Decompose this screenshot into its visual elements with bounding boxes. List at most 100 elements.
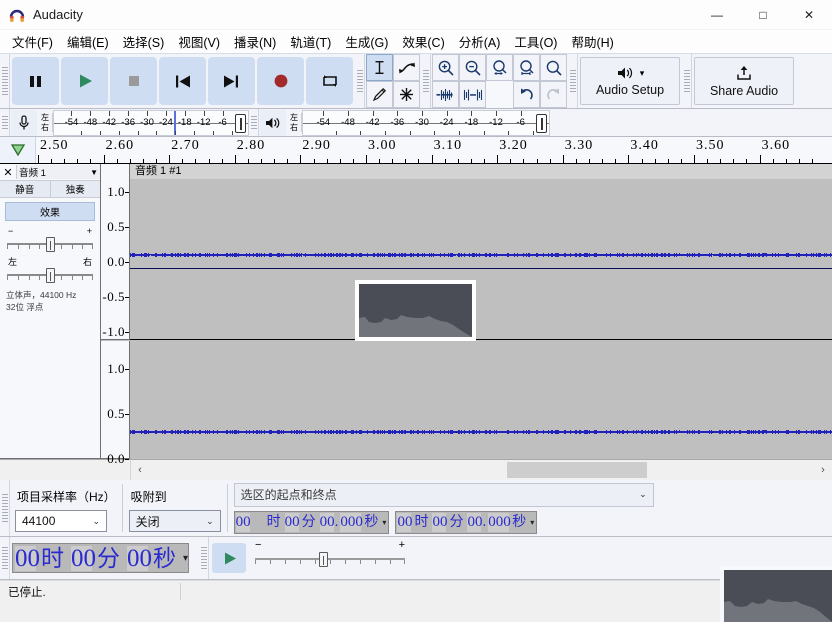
position-minutes-digits[interactable]: 00 (71, 545, 96, 571)
pan-slider-thumb[interactable] (46, 268, 55, 283)
gain-slider-thumb[interactable] (46, 237, 55, 252)
audio-setup-button[interactable]: ▾ Audio Setup (580, 57, 680, 105)
menu-tracks[interactable]: 轨道(T) (283, 29, 338, 54)
channel1-waveform[interactable]: 音频 1 #1 (130, 164, 832, 340)
play-at-speed-grabber[interactable] (199, 537, 210, 579)
multi-tool[interactable] (393, 81, 420, 108)
fit-project-button[interactable] (513, 54, 540, 81)
chevron-down-icon[interactable]: ▾ (381, 518, 388, 527)
menu-transport[interactable]: 播录(N) (227, 29, 283, 54)
channel2-waveform[interactable] (130, 341, 832, 459)
recording-meter-grabber[interactable] (0, 109, 10, 136)
scroll-right-button[interactable]: › (814, 464, 832, 476)
end-hours-digits[interactable]: 00 (397, 512, 412, 532)
time-toolbar-grabber[interactable] (0, 537, 10, 579)
end-milliseconds-digits[interactable]: 000 (488, 512, 511, 532)
ruler-minor-tick (182, 159, 184, 163)
menu-tools[interactable]: 工具(O) (507, 29, 564, 54)
share-audio-button[interactable]: Share Audio (694, 57, 794, 105)
close-track-button[interactable]: ✕ (0, 164, 16, 180)
position-hours-digits[interactable]: 00 (15, 545, 40, 571)
maximize-button[interactable]: □ (740, 0, 786, 30)
skip-to-start-button[interactable] (159, 57, 206, 105)
menu-edit[interactable]: 编辑(E) (60, 29, 116, 54)
horizontal-scrollbar[interactable]: ‹ › (131, 460, 832, 480)
chevron-down-icon[interactable]: ▾ (181, 553, 188, 564)
audio-position-time[interactable]: 00 时 00 分 00 秒 ▾ (12, 543, 190, 573)
start-milliseconds-digits[interactable]: 000 (340, 512, 363, 532)
track-name-dropdown[interactable]: 音频 1 ▼ (16, 165, 100, 179)
end-minutes-digits[interactable]: 00 (432, 512, 447, 532)
edit-toolbar-grabber[interactable] (421, 54, 431, 108)
playback-meter-grabber[interactable] (249, 109, 259, 136)
pan-slider[interactable] (7, 268, 94, 283)
start-minutes-digits[interactable]: 00 (284, 512, 300, 532)
record-button[interactable] (257, 57, 304, 105)
selection-tool[interactable] (366, 54, 393, 81)
scrollbar-thumb[interactable] (507, 462, 647, 478)
menu-file[interactable]: 文件(F) (5, 29, 60, 54)
menu-help[interactable]: 帮助(H) (564, 29, 620, 54)
menu-analyze[interactable]: 分析(A) (452, 29, 508, 54)
ruler-minor-tick (680, 159, 682, 163)
solo-button[interactable]: 独奏 (50, 181, 100, 197)
chevron-down-icon[interactable]: ▾ (529, 518, 536, 527)
envelope-tool[interactable] (393, 54, 420, 81)
zoom-in-button[interactable] (432, 54, 459, 81)
start-seconds-digits[interactable]: 00 (319, 512, 335, 532)
zoom-out-button[interactable] (459, 54, 486, 81)
fit-selection-button[interactable] (486, 54, 513, 81)
audio-setup-grabber[interactable] (568, 54, 578, 108)
meter-tick-minor (232, 130, 233, 135)
pause-button[interactable] (12, 57, 59, 105)
trim-audio-button[interactable] (432, 81, 459, 108)
selection-start-time[interactable]: 00 时 00 分 00 . 000 秒 ▾ (233, 510, 390, 534)
gain-slider[interactable] (7, 237, 94, 252)
redo-button[interactable] (540, 81, 567, 108)
start-hours-digits[interactable]: 00 (235, 512, 251, 532)
stop-icon (126, 73, 142, 89)
draw-tool[interactable] (366, 81, 393, 108)
menu-select[interactable]: 选择(S) (116, 29, 172, 54)
silence-audio-button[interactable] (459, 81, 486, 108)
pinned-play-head-button[interactable] (0, 137, 36, 163)
loop-button[interactable] (306, 57, 353, 105)
speed-slider-thumb[interactable] (318, 552, 328, 567)
microphone-icon[interactable] (11, 109, 37, 136)
timeline-ruler[interactable]: 2.50 2.60 2.70 2.80 2.90 3.00 3.10 3.20 3.30 3.40… (36, 137, 832, 163)
ruler-major-tick (169, 155, 171, 163)
corner-image-thumbnail[interactable] (720, 566, 832, 622)
playback-meter[interactable]: 左 右 -54 -48 -42 -36 -30 -24 -18 -12 -6 (259, 109, 550, 136)
recording-meter[interactable]: 左 右 -54 -48 -42 -36 -30 -24 -18 -12 -6 (10, 109, 249, 136)
share-audio-grabber[interactable] (682, 54, 692, 108)
menu-view[interactable]: 视图(V) (171, 29, 227, 54)
effects-button[interactable]: 效果 (5, 202, 95, 221)
menu-effect[interactable]: 效果(C) (395, 29, 451, 54)
menu-generate[interactable]: 生成(G) (338, 29, 395, 54)
snap-to-combobox[interactable]: 关闭 ⌄ (128, 510, 221, 532)
play-at-speed-button[interactable] (212, 543, 247, 573)
right-channel-label: 右 (290, 122, 298, 132)
mute-button[interactable]: 静音 (0, 181, 51, 197)
stop-button[interactable] (110, 57, 157, 105)
zoom-out-icon (464, 59, 482, 77)
zoom-toggle-button[interactable] (540, 54, 567, 81)
selection-toolbar-grabber[interactable] (0, 480, 10, 536)
end-seconds-digits[interactable]: 00 (467, 512, 482, 532)
play-speed-slider[interactable]: − + (255, 537, 406, 579)
close-button[interactable]: ✕ (786, 0, 832, 30)
undo-button[interactable] (513, 81, 540, 108)
sample-rate-combobox[interactable]: 44100 ⌄ (15, 510, 107, 532)
dragged-image-thumbnail[interactable] (355, 280, 476, 341)
scroll-left-button[interactable]: ‹ (131, 464, 149, 476)
skip-to-end-button[interactable] (208, 57, 255, 105)
position-seconds-digits[interactable]: 00 (127, 545, 152, 571)
selection-end-time[interactable]: 00 时 00 分 00 . 000 秒 ▾ (395, 510, 538, 534)
recording-meter-bar[interactable]: -54 -48 -42 -36 -30 -24 -18 -12 -6 (53, 109, 249, 136)
transport-toolbar-grabber[interactable] (0, 54, 10, 108)
playback-meter-bar[interactable]: -54 -48 -42 -36 -30 -24 -18 -12 -6 (302, 109, 550, 136)
play-button[interactable] (61, 57, 108, 105)
minimize-button[interactable]: — (694, 0, 740, 30)
speaker-icon[interactable] (260, 109, 286, 136)
tools-toolbar-grabber[interactable] (355, 54, 365, 108)
